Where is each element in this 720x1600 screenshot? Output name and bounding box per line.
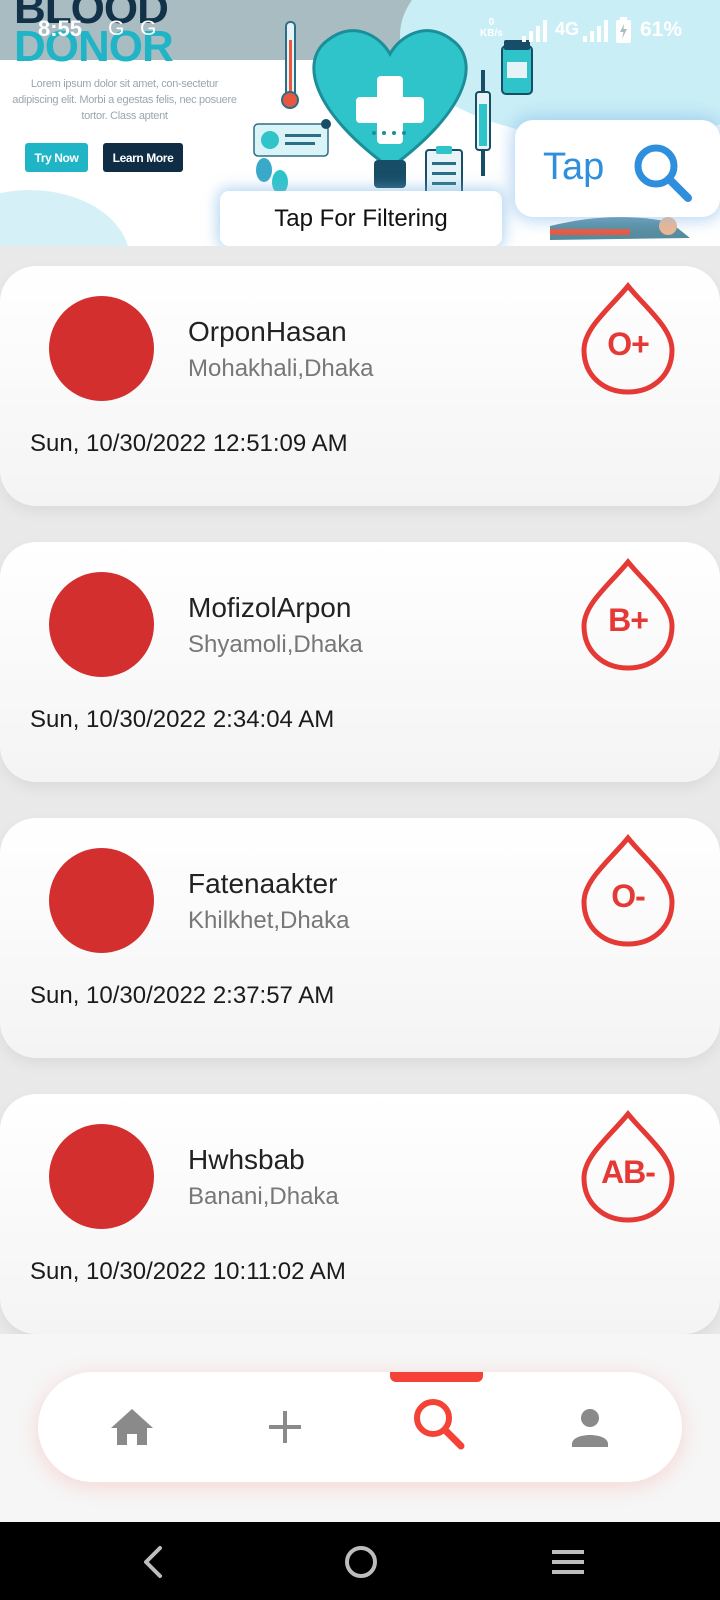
donor-name: Fatenaakter [188,868,338,899]
status-time: 8:55 [38,16,83,41]
try-now-button[interactable]: Try Now [25,143,88,172]
donor-card[interactable]: Hwhsbab Banani,Dhaka Sun, 10/30/2022 10:… [0,1094,720,1334]
avatar [49,1124,154,1229]
battery-icon [616,17,631,43]
filter-button[interactable]: Tap For Filtering [220,191,502,246]
donor-date: Sun, 10/30/2022 2:34:04 AM [30,706,335,733]
network-speed: 0 KB/s [480,17,503,39]
donor-location: Khilkhet,Dhaka [188,907,350,934]
google-notification-icon: G [140,17,157,40]
network-speed-unit: KB/s [480,28,503,39]
blood-group-label: O+ [607,326,650,362]
system-navigation-bar [0,1522,720,1600]
signal-icon [522,20,547,42]
blood-group-badge: O+ [580,282,676,396]
blood-group-badge: O- [580,834,676,948]
avatar [49,572,154,677]
tap-label: Tap [543,146,605,188]
donor-location: Shyamoli,Dhaka [188,631,363,658]
donor-name: OrponHasan [188,316,347,347]
recents-menu-icon[interactable] [550,1546,586,1578]
donor-location: Mohakhali,Dhaka [188,355,374,382]
avatar [49,848,154,953]
plus-icon[interactable] [258,1400,312,1454]
bottom-navigation [0,1334,720,1522]
avatar [49,296,154,401]
blood-group-badge: B+ [580,558,676,672]
banner-description: Lorem ipsum dolor sit amet, con-sectetur… [12,78,237,122]
learn-more-button[interactable]: Learn More [103,143,183,172]
back-icon[interactable] [138,1544,170,1580]
home-icon[interactable] [105,1400,159,1454]
blood-group-label: B+ [608,602,649,638]
donor-name: MofizolArpon [188,592,352,623]
network-speed-value: 0 [488,17,495,28]
status-bar: 8:55 G G 0 KB/s 4G 61% [0,0,720,60]
blood-group-badge: AB- [580,1110,676,1224]
search-tap-button[interactable]: Tap [515,120,720,217]
search-icon[interactable] [409,1394,469,1454]
donor-location: Banani,Dhaka [188,1183,339,1210]
home-button-icon[interactable] [343,1544,379,1580]
donor-date: Sun, 10/30/2022 10:11:02 AM [30,1258,346,1285]
donor-card[interactable]: OrponHasan Mohakhali,Dhaka Sun, 10/30/20… [0,266,720,506]
donor-date: Sun, 10/30/2022 2:37:57 AM [30,982,335,1009]
signal-icon [583,20,608,42]
donor-name: Hwhsbab [188,1144,305,1175]
blood-group-label: AB- [601,1154,656,1190]
nav-active-indicator [390,1372,483,1382]
person-icon[interactable] [563,1400,617,1454]
donor-card[interactable]: MofizolArpon Shyamoli,Dhaka Sun, 10/30/2… [0,542,720,782]
google-notification-icon: G [108,17,125,40]
banner-decoration [0,190,130,246]
donor-card[interactable]: Fatenaakter Khilkhet,Dhaka Sun, 10/30/20… [0,818,720,1058]
donor-date: Sun, 10/30/2022 12:51:09 AM [30,430,348,457]
network-type: 4G [555,19,580,39]
search-icon [634,144,692,202]
battery-percent: 61% [640,18,683,41]
blood-group-label: O- [611,878,646,914]
